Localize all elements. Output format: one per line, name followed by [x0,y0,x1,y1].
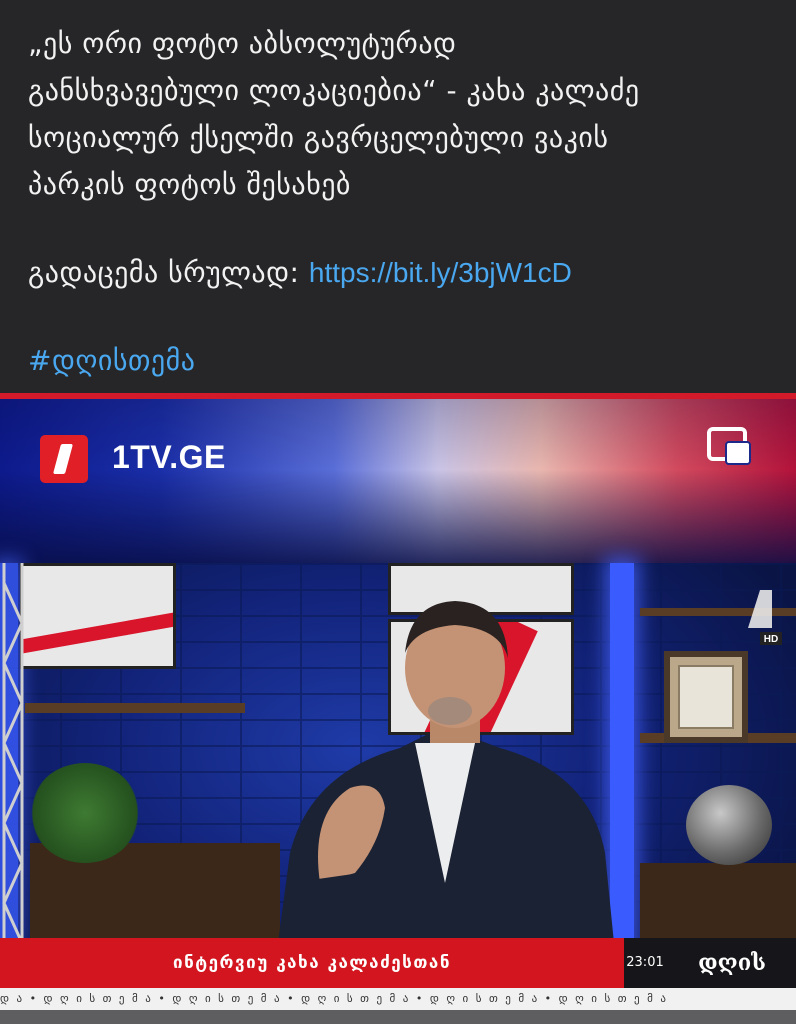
crawl-text: დ ა • დ ღ ი ს თ ე მ ა • დ ღ ი ს თ ე მ ა … [0,992,668,1005]
news-ticker: ინტერვიუ კახა კალაძესთან 23:01 დღის თემა [0,938,796,1024]
post-text-section: „ეს ორი ფოტო აბსოლუტურად განსხვავებული ლ… [0,0,796,393]
video-top-accent [0,393,796,399]
broadcast-link[interactable]: https://bit.ly/3bjW1cD [309,257,572,288]
ticker-side-panel: 23:01 დღის თემა [624,938,796,1024]
broadcast-line: გადაცემა სრულად: https://bit.ly/3bjW1cD [28,249,778,296]
caption-line-4: პარკის ფოტოს შესახებ [28,168,351,201]
caption-line-3: სოციალურ ქსელში გავრცელებული ვაკის [28,121,609,154]
picture-in-picture-icon[interactable] [706,425,754,469]
hd-label: HD [764,634,778,645]
first-channel-logo-icon [40,435,88,483]
hd-channel-icon: HD [748,590,782,645]
bottom-strip [0,1010,796,1024]
ticker-headline: ინტერვიუ კახა კალაძესთან [172,953,451,973]
caption-line-1: „ეს ორი ფოტო აბსოლუტურად [28,27,457,60]
broadcast-label: გადაცემა სრულად: [28,256,309,289]
hashtag-link[interactable]: #დღისთემა [28,337,778,384]
video-header-overlay [0,393,796,563]
ticker-time: 23:01 [626,955,664,970]
video-player[interactable]: 1TV.GE HD ინტერვიუ კახა კალაძესთან 23:01… [0,393,796,1024]
channel-name: 1TV.GE [112,439,226,475]
show-title: დღის თემა [698,950,766,1024]
bottom-crawl: დ ა • დ ღ ი ს თ ე მ ა • დ ღ ი ს თ ე მ ა … [0,988,796,1010]
caption-line-2: განსხვავებული ლოკაციებია“ - კახა კალაძე [28,74,640,107]
post-caption: „ეს ორი ფოტო აბსოლუტურად განსხვავებული ლ… [28,20,778,384]
